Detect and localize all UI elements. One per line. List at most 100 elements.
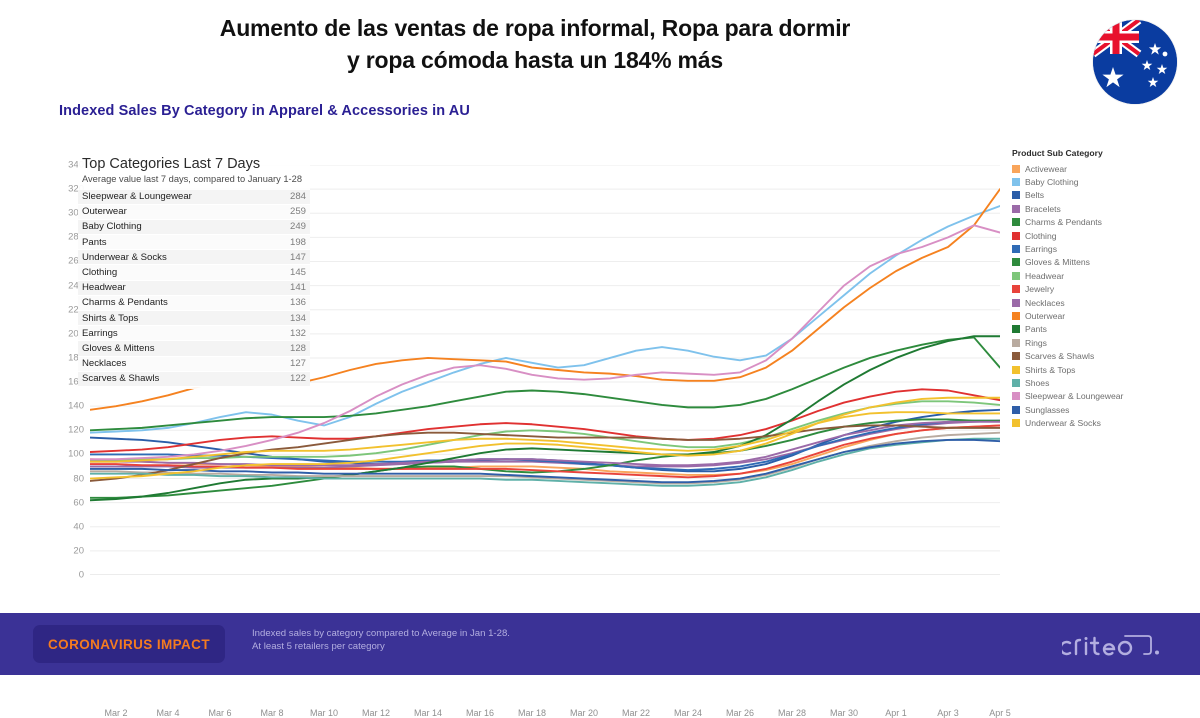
legend-item-label: Bracelets <box>1025 203 1061 214</box>
top-category-row: Underwear & Socks 147 <box>78 250 310 266</box>
legend-item[interactable]: Sunglasses <box>1012 403 1192 416</box>
top-category-label: Outerwear <box>82 206 127 218</box>
page-title-line-2: y ropa cómoda hasta un 184% más <box>347 47 723 73</box>
legend-item[interactable]: Gloves & Mittens <box>1012 256 1192 269</box>
top-category-row: Earrings 132 <box>78 326 310 342</box>
legend-item[interactable]: Jewelry <box>1012 283 1192 296</box>
legend-color-swatch <box>1012 218 1020 227</box>
x-axis-tick-label: Mar 10 <box>309 708 339 718</box>
legend-item-label: Gloves & Mittens <box>1025 257 1090 268</box>
x-axis-tick-label: Apr 5 <box>989 708 1011 718</box>
legend-color-swatch <box>1012 311 1020 320</box>
legend-item[interactable]: Baby Clothing <box>1012 175 1192 188</box>
top-category-value: 134 <box>289 312 306 324</box>
top-category-value: 141 <box>289 282 306 294</box>
legend-item[interactable]: Pants <box>1012 323 1192 336</box>
legend-color-swatch <box>1012 325 1020 334</box>
top-category-row: Sleepwear & Loungewear 284 <box>78 189 310 205</box>
legend-item[interactable]: Necklaces <box>1012 296 1192 309</box>
x-axis-tick-label: Mar 2 <box>104 708 128 718</box>
legend-color-swatch <box>1012 204 1020 213</box>
legend-color-swatch <box>1012 405 1020 414</box>
legend-item-label: Charms & Pendants <box>1025 217 1102 228</box>
legend-item-label: Clothing <box>1025 230 1057 241</box>
page-title: Aumento de las ventas de ropa informal, … <box>0 12 1070 76</box>
legend-item[interactable]: Scarves & Shawls <box>1012 349 1192 362</box>
y-axis-tick-label: 40 <box>73 521 84 533</box>
legend-item[interactable]: Outerwear <box>1012 309 1192 322</box>
top-category-value: 147 <box>289 251 306 263</box>
legend-items: Activewear Baby Clothing Belts Bracelets Cha… <box>1012 162 1192 430</box>
top-category-value: 259 <box>289 206 306 218</box>
x-axis-tick-label: Mar 4 <box>156 708 180 718</box>
legend-color-swatch <box>1012 378 1020 387</box>
y-axis-tick-label: 100 <box>68 448 84 460</box>
y-axis-tick-label: 60 <box>73 497 84 509</box>
legend-item-label: Sleepwear & Loungewear <box>1025 391 1124 402</box>
x-axis-tick-label: Apr 1 <box>885 708 907 718</box>
x-axis-tick-label: Mar 24 <box>673 708 703 718</box>
top-category-value: 136 <box>289 297 306 309</box>
legend-color-swatch <box>1012 231 1020 240</box>
top-category-row: Baby Clothing 249 <box>78 219 310 236</box>
y-axis-tick-label: 140 <box>68 400 84 412</box>
legend-item[interactable]: Shirts & Tops <box>1012 363 1192 376</box>
legend-color-swatch <box>1012 392 1020 401</box>
y-axis-tick-label: 120 <box>68 424 84 436</box>
legend-item-label: Headwear <box>1025 270 1065 281</box>
footer-bar: CORONAVIRUS IMPACT Indexed sales by cate… <box>0 613 1200 675</box>
top-category-row: Shirts & Tops 134 <box>78 311 310 327</box>
top-category-label: Baby Clothing <box>82 221 142 233</box>
coronavirus-impact-badge: CORONAVIRUS IMPACT <box>33 625 225 663</box>
top-category-value: 198 <box>289 236 306 248</box>
legend-item[interactable]: Sleepwear & Loungewear <box>1012 390 1192 403</box>
top-category-row: Pants 198 <box>78 235 310 251</box>
legend-item[interactable]: Headwear <box>1012 269 1192 282</box>
legend-item-label: Underwear & Socks <box>1025 418 1101 429</box>
legend-item-label: Pants <box>1025 324 1047 335</box>
legend-item-label: Earrings <box>1025 244 1057 255</box>
top-category-value: 145 <box>289 267 306 279</box>
legend-item[interactable]: Charms & Pendants <box>1012 216 1192 229</box>
legend-item[interactable]: Rings <box>1012 336 1192 349</box>
x-axis-tick-label: Mar 14 <box>413 708 443 718</box>
legend-item[interactable]: Earrings <box>1012 242 1192 255</box>
top-category-row: Clothing 145 <box>78 265 310 281</box>
legend-item-label: Baby Clothing <box>1025 177 1079 188</box>
legend-item[interactable]: Clothing <box>1012 229 1192 242</box>
chart-subtitle: Indexed Sales By Category in Apparel & A… <box>59 103 470 119</box>
legend-color-swatch <box>1012 285 1020 294</box>
top-categories-list: Sleepwear & Loungewear 284 Outerwear 259 Bab… <box>78 189 310 387</box>
legend-item-label: Rings <box>1025 337 1047 348</box>
top-categories-subtitle: Average value last 7 days, compared to J… <box>82 174 302 184</box>
top-category-row: Scarves & Shawls 122 <box>78 371 310 387</box>
x-axis-tick-label: Apr 3 <box>937 708 959 718</box>
legend-item[interactable]: Belts <box>1012 189 1192 202</box>
criteo-logo <box>1062 631 1172 659</box>
x-axis-tick-label: Mar 12 <box>361 708 391 718</box>
top-categories-card: Top Categories Last 7 Days Average value… <box>78 152 310 389</box>
top-category-row: Headwear 141 <box>78 280 310 296</box>
legend-item[interactable]: Underwear & Socks <box>1012 416 1192 429</box>
top-category-label: Underwear & Socks <box>82 251 167 263</box>
legend-color-swatch <box>1012 271 1020 280</box>
top-category-label: Pants <box>82 236 107 248</box>
x-axis-tick-label: Mar 16 <box>465 708 495 718</box>
top-category-value: 132 <box>289 327 306 339</box>
legend-color-swatch <box>1012 258 1020 267</box>
legend-item[interactable]: Bracelets <box>1012 202 1192 215</box>
x-axis-tick-label: Mar 6 <box>208 708 232 718</box>
legend-color-swatch <box>1012 419 1020 428</box>
y-axis-tick-label: 20 <box>73 545 84 557</box>
legend-item[interactable]: Activewear <box>1012 162 1192 175</box>
top-category-value: 128 <box>289 342 306 354</box>
top-category-label: Clothing <box>82 267 118 279</box>
x-axis-tick-label: Mar 18 <box>517 708 547 718</box>
legend-item-label: Activewear <box>1025 163 1068 174</box>
top-category-row: Gloves & Mittens 128 <box>78 341 310 357</box>
top-categories-title: Top Categories Last 7 Days <box>82 156 261 172</box>
legend-color-swatch <box>1012 298 1020 307</box>
coronavirus-impact-label: CORONAVIRUS IMPACT <box>48 636 210 652</box>
legend-title: Product Sub Category <box>1012 148 1103 158</box>
legend-item[interactable]: Shoes <box>1012 376 1192 389</box>
